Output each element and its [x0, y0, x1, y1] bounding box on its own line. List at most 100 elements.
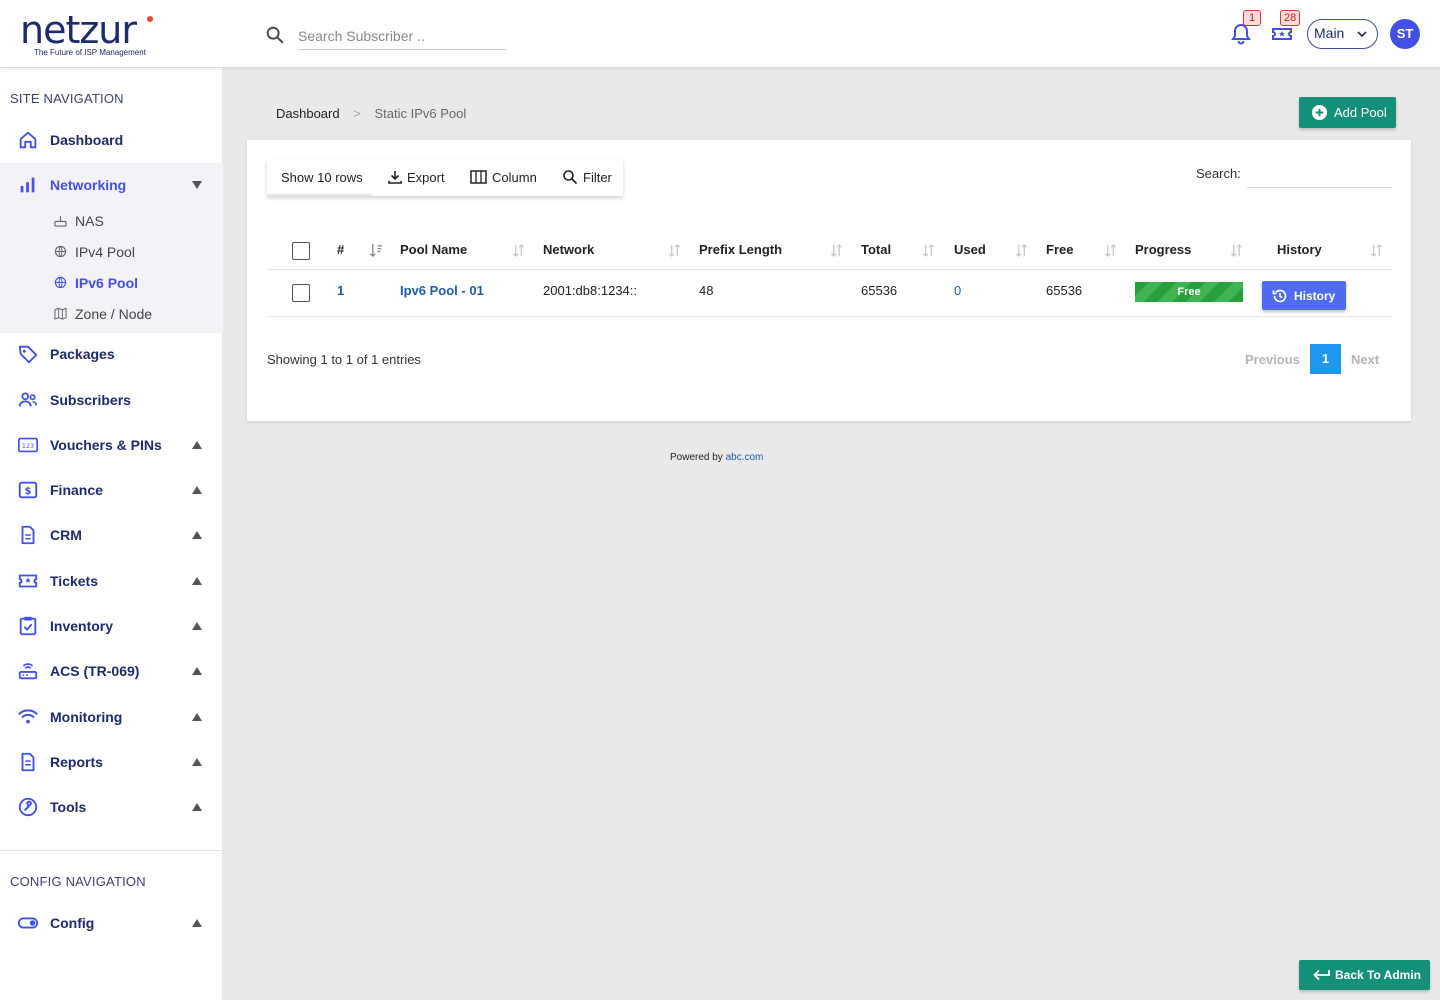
sort-icon[interactable]: [830, 243, 843, 258]
footer-link[interactable]: abc.com: [726, 452, 764, 463]
back-to-admin-label: Back To Admin: [1335, 968, 1422, 982]
pin-code-icon: 123: [18, 437, 38, 453]
sidebar-subitem-label: IPv4 Pool: [75, 244, 135, 260]
toggle-icon: [17, 917, 39, 929]
dollar-icon: $: [18, 481, 38, 499]
breadcrumb-dashboard[interactable]: Dashboard: [276, 106, 340, 121]
back-to-admin-button[interactable]: Back To Admin: [1299, 960, 1430, 990]
sidebar-item-label: ACS (TR-069): [50, 663, 140, 679]
sidebar-item-label: Monitoring: [50, 709, 123, 725]
sidebar-item-networking[interactable]: Networking: [0, 165, 223, 205]
sidebar-item-monitoring[interactable]: Monitoring: [0, 697, 223, 737]
breadcrumb-separator: >: [353, 106, 361, 121]
sort-desc-icon[interactable]: [370, 243, 383, 258]
row-network: 2001:db8:1234::: [543, 283, 637, 298]
sort-icon[interactable]: [668, 243, 681, 258]
caret-up-icon: [192, 441, 202, 449]
notifications-button[interactable]: 1: [1229, 10, 1261, 46]
add-pool-button[interactable]: Add Pool: [1299, 97, 1396, 128]
pagination-previous[interactable]: Previous: [1245, 352, 1300, 367]
tickets-button[interactable]: 28: [1270, 10, 1301, 46]
sort-icon[interactable]: [1104, 243, 1117, 258]
row-pool-name[interactable]: Ipv6 Pool - 01: [400, 283, 484, 298]
sidebar-item-inventory[interactable]: Inventory: [0, 606, 223, 646]
sidebar-item-label: Config: [50, 915, 95, 931]
sidebar-divider: [0, 850, 223, 851]
ticket-icon: [18, 574, 38, 588]
tickets-badge: 28: [1280, 10, 1301, 26]
sidebar-item-label: Tickets: [50, 573, 98, 589]
subscriber-search-input[interactable]: [298, 22, 506, 50]
sidebar-item-crm[interactable]: CRM: [0, 515, 223, 555]
table-summary: Showing 1 to 1 of 1 entries: [267, 352, 421, 367]
arrow-left-icon: [1313, 969, 1330, 981]
sidebar-item-label: Reports: [50, 754, 103, 770]
sort-icon[interactable]: [1370, 243, 1383, 258]
column-header-free[interactable]: Free: [1046, 242, 1073, 257]
column-header-num[interactable]: #: [337, 242, 344, 257]
sort-icon[interactable]: [512, 243, 525, 258]
sidebar-item-label: Tools: [50, 799, 87, 815]
report-icon: [21, 752, 35, 772]
wrench-icon: [18, 797, 38, 817]
search-icon: [266, 26, 284, 44]
svg-text:$: $: [24, 486, 31, 497]
row-free: 65536: [1046, 283, 1083, 298]
sidebar-subitem-nas[interactable]: NAS: [0, 207, 223, 235]
branch-select[interactable]: Main: [1307, 19, 1378, 49]
sidebar-item-tools[interactable]: Tools: [0, 787, 223, 827]
export-button[interactable]: Export: [387, 160, 449, 196]
sidebar-item-vouchers[interactable]: 123 Vouchers & PINs: [0, 425, 223, 465]
row-used[interactable]: 0: [954, 283, 961, 298]
netzur-logo[interactable]: netzur The Future of ISP Management: [20, 11, 170, 60]
sidebar: SITE NAVIGATION Dashboard Networking NAS…: [0, 68, 223, 1000]
sidebar-subitem-ipv6-pool[interactable]: IPv6 Pool: [0, 269, 223, 297]
history-button[interactable]: History: [1262, 281, 1346, 310]
sidebar-item-label: Dashboard: [50, 132, 124, 148]
sidebar-item-dashboard[interactable]: Dashboard: [0, 120, 223, 160]
bar-chart-icon: [20, 177, 35, 193]
sort-icon[interactable]: [922, 243, 935, 258]
column-header-total[interactable]: Total: [861, 242, 891, 257]
pagination-page-1[interactable]: 1: [1310, 344, 1341, 374]
table-row: 1 Ipv6 Pool - 01 2001:db8:1234:: 48 6553…: [267, 271, 1392, 317]
sort-icon[interactable]: [1230, 243, 1243, 258]
column-header-used[interactable]: Used: [954, 242, 986, 257]
sidebar-subitem-ipv4-pool[interactable]: IPv4 Pool: [0, 238, 223, 266]
column-header-network[interactable]: Network: [543, 242, 594, 257]
column-header-prefix-length[interactable]: Prefix Length: [699, 242, 782, 257]
filter-button[interactable]: Filter: [562, 160, 617, 196]
svg-text:123: 123: [22, 442, 34, 450]
globe-icon: [54, 276, 67, 289]
sort-icon[interactable]: [1015, 243, 1028, 258]
sidebar-item-finance[interactable]: $ Finance: [0, 470, 223, 510]
row-number[interactable]: 1: [337, 283, 344, 298]
plus-circle-icon: [1311, 104, 1328, 121]
sidebar-item-tickets[interactable]: Tickets: [0, 561, 223, 601]
caret-up-icon: [192, 803, 202, 811]
branch-select-value: Main: [1314, 25, 1345, 41]
select-all-checkbox[interactable]: [292, 242, 310, 260]
sidebar-item-packages[interactable]: Packages: [0, 334, 223, 374]
user-avatar[interactable]: ST: [1390, 19, 1420, 49]
sidebar-item-config[interactable]: Config: [0, 903, 223, 943]
add-pool-label: Add Pool: [1334, 105, 1387, 120]
sidebar-subitem-zone-node[interactable]: Zone / Node: [0, 300, 223, 328]
pagination-next[interactable]: Next: [1351, 352, 1379, 367]
download-icon: [388, 171, 402, 184]
row-checkbox[interactable]: [292, 284, 310, 302]
column-button[interactable]: Column: [470, 160, 540, 196]
column-header-pool-name[interactable]: Pool Name: [400, 242, 467, 257]
caret-up-icon: [192, 531, 202, 539]
sidebar-item-label: Vouchers & PINs: [50, 437, 162, 453]
globe-icon: [54, 245, 67, 258]
caret-up-icon: [192, 667, 202, 675]
table-search-input[interactable]: [1247, 160, 1392, 188]
column-header-history[interactable]: History: [1277, 242, 1322, 257]
column-header-progress[interactable]: Progress: [1135, 242, 1191, 257]
show-rows-button[interactable]: Show 10 rows: [267, 160, 372, 196]
router-icon: [18, 663, 38, 680]
sidebar-item-acs[interactable]: ACS (TR-069): [0, 651, 223, 691]
sidebar-item-subscribers[interactable]: Subscribers: [0, 380, 223, 420]
sidebar-item-reports[interactable]: Reports: [0, 742, 223, 782]
